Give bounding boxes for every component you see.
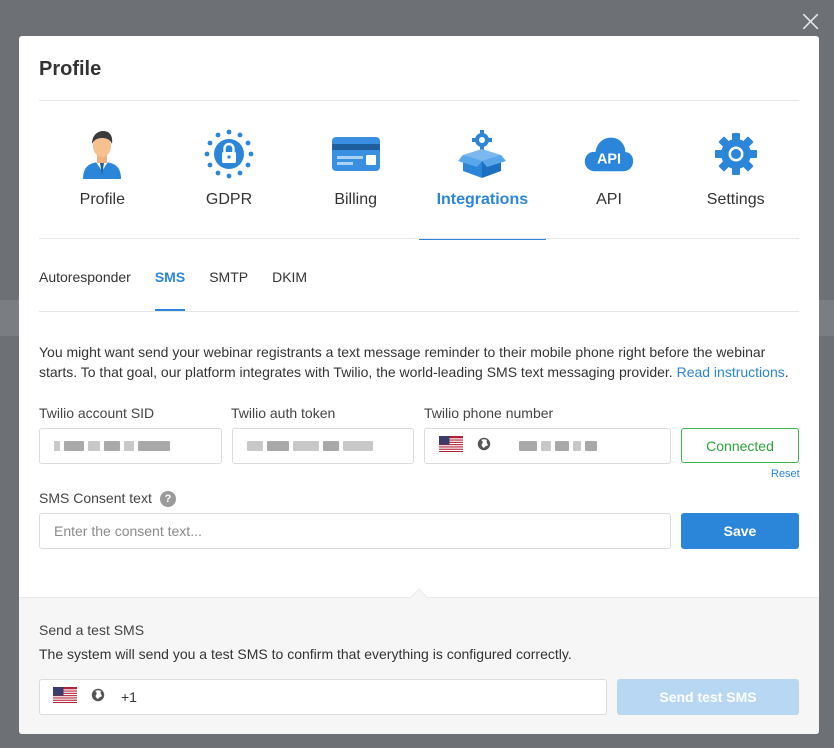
main-tabs: Profile GDPR Billing Integrations API AP… [39, 101, 799, 240]
read-instructions-link[interactable]: Read instructions [677, 364, 785, 380]
test-sms-title: Send a test SMS [39, 622, 145, 638]
account-sid-field[interactable] [39, 428, 222, 464]
tab-settings[interactable]: Settings [672, 101, 799, 239]
auth-token-label: Twilio auth token [231, 405, 336, 421]
masked-value [124, 441, 134, 451]
user-avatar-icon [77, 129, 127, 179]
tab-profile[interactable]: Profile [39, 101, 166, 239]
credit-card-icon [331, 129, 381, 179]
masked-value [64, 441, 84, 451]
api-cloud-icon: API [584, 129, 634, 179]
masked-value [585, 441, 597, 451]
us-flag-icon [439, 435, 463, 457]
sub-tabs: Autoresponder SMS SMTP DKIM [39, 239, 331, 311]
gdpr-lock-icon [204, 129, 254, 179]
consent-text-input[interactable] [39, 513, 671, 549]
test-phone-field[interactable]: +1 [39, 679, 607, 715]
subtab-sms[interactable]: SMS [154, 239, 186, 311]
masked-value [343, 441, 373, 451]
connected-button[interactable]: Connected [681, 428, 799, 463]
phone-number-label: Twilio phone number [424, 405, 554, 421]
masked-value [541, 441, 551, 451]
svg-text:API: API [597, 152, 621, 168]
masked-value [54, 441, 60, 451]
masked-value [573, 441, 581, 451]
masked-value [323, 441, 339, 451]
test-sms-description: The system will send you a test SMS to c… [39, 646, 572, 662]
globe-icon[interactable] [91, 688, 105, 707]
send-test-sms-button[interactable]: Send test SMS [617, 679, 799, 715]
tab-label: Settings [706, 191, 765, 208]
profile-modal: Profile Profile GDPR Billing Integration… [19, 36, 819, 734]
masked-value [519, 441, 537, 451]
modal-title: Profile [39, 58, 102, 80]
integrations-box-icon [457, 129, 507, 179]
tab-api[interactable]: API API [546, 101, 673, 239]
save-button[interactable]: Save [681, 513, 799, 549]
subtab-dkim[interactable]: DKIM [272, 239, 307, 311]
globe-icon[interactable] [477, 437, 491, 456]
tab-label: Profile [79, 191, 126, 208]
close-icon[interactable]: × [798, 7, 823, 37]
tab-label: API [596, 191, 622, 208]
masked-value [293, 441, 319, 451]
help-icon[interactable]: ? [160, 491, 176, 507]
account-sid-label: Twilio account SID [39, 405, 155, 421]
masked-value [138, 441, 170, 451]
gear-icon [711, 129, 761, 179]
consent-label: SMS Consent text [39, 490, 152, 506]
subtab-autoresponder[interactable]: Autoresponder [39, 239, 131, 311]
divider [39, 311, 799, 312]
us-flag-icon [53, 686, 77, 708]
reset-link[interactable]: Reset [771, 468, 800, 480]
tab-label: Integrations [436, 191, 529, 208]
test-sms-panel: Send a test SMS The system will send you… [19, 597, 819, 734]
tab-gdpr[interactable]: GDPR [166, 101, 293, 239]
phone-number-field[interactable] [424, 428, 671, 464]
auth-token-field[interactable] [232, 428, 414, 464]
masked-value [267, 441, 289, 451]
description-suffix: . [784, 364, 789, 380]
tab-billing[interactable]: Billing [292, 101, 419, 239]
masked-value [555, 441, 569, 451]
tab-label: GDPR [205, 191, 253, 208]
sms-description: You might want send your webinar registr… [39, 342, 799, 382]
tab-label: Billing [334, 191, 378, 208]
subtab-smtp[interactable]: SMTP [209, 239, 248, 311]
description-text: You might want send your webinar registr… [39, 344, 766, 380]
masked-value [247, 441, 263, 451]
tab-integrations[interactable]: Integrations [419, 101, 546, 240]
masked-value [88, 441, 100, 451]
country-code-prefix: +1 [121, 689, 137, 705]
masked-value [104, 441, 120, 451]
